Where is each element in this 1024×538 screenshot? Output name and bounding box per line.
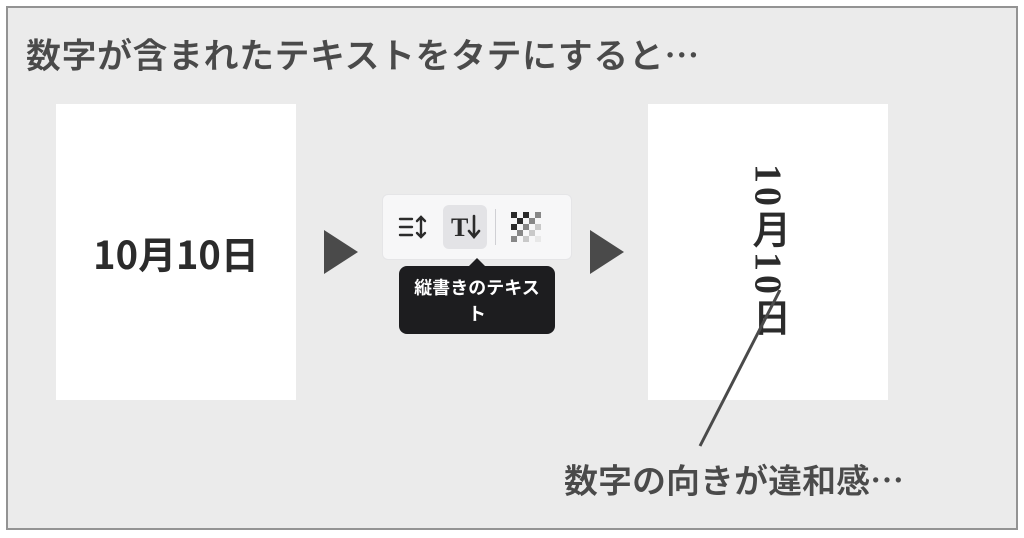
line-spacing-button[interactable] — [391, 205, 435, 249]
diagram-frame: 数字が含まれたテキストをタテにすると… 10月10日 — [6, 6, 1018, 530]
line-spacing-icon — [398, 214, 428, 240]
vertical-text-icon: T — [448, 212, 482, 242]
arrow-icon — [324, 230, 358, 274]
toolbar: T — [382, 194, 572, 260]
toolbar-screenshot: T — [382, 194, 572, 334]
sample-text-horizontal: 10月10日 — [93, 225, 259, 280]
transparency-icon — [511, 212, 541, 242]
caption: 数字の向きが違和感… — [564, 454, 904, 503]
tooltip: 縦書きのテキスト — [399, 266, 555, 334]
after-card: 10月10日 — [648, 104, 888, 400]
vertical-text-button[interactable]: T — [443, 205, 487, 249]
arrow-icon — [590, 230, 624, 274]
toolbar-divider — [495, 209, 496, 245]
diagram-title: 数字が含まれたテキストをタテにすると… — [26, 28, 700, 79]
transparency-button[interactable] — [504, 205, 548, 249]
svg-text:T: T — [451, 213, 468, 242]
before-card: 10月10日 — [56, 104, 296, 400]
sample-text-vertical: 10月10日 — [741, 164, 796, 340]
